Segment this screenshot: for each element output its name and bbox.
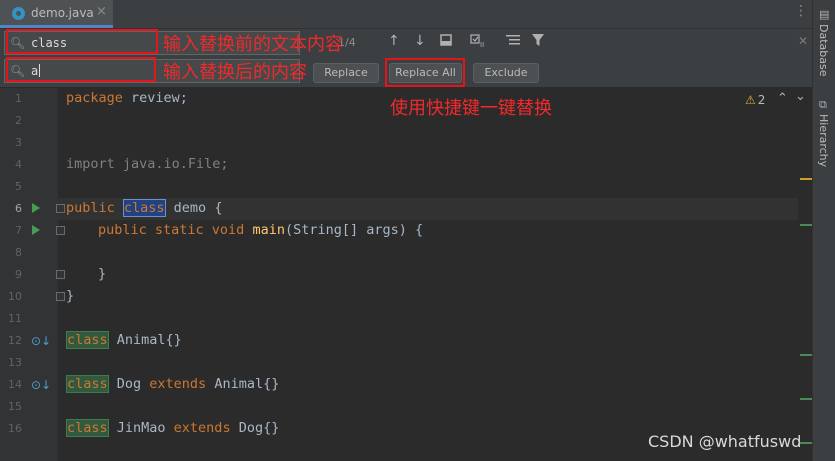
line-number: 8 (15, 246, 22, 259)
line-number: 1 (15, 92, 22, 105)
fold-icon[interactable] (56, 204, 65, 213)
line-number: 4 (15, 158, 22, 171)
code-line-1: package review; (66, 90, 188, 106)
code-token: Dog (108, 376, 150, 392)
code-token: (String[] args) { (284, 222, 424, 238)
code-token: review; (122, 90, 188, 106)
line-number: 2 (15, 114, 22, 127)
code-token: package (66, 90, 123, 106)
code-line-12: class Animal{} (66, 331, 182, 349)
annotation-replace-all-note: 使用快捷键一键替换 (390, 98, 552, 119)
fold-icon[interactable] (56, 270, 65, 279)
multiline-icon[interactable] (506, 34, 520, 50)
line-number: 3 (15, 136, 22, 149)
line-number: 7 (15, 224, 22, 237)
code-line-7: public static void main(String[] args) { (98, 222, 423, 238)
line-number: 14 (8, 378, 22, 391)
line-number: 10 (8, 290, 22, 303)
close-icon[interactable]: ✕ (798, 34, 808, 48)
code-line-4: import java.io.File; (66, 156, 229, 172)
in-selection-icon[interactable]: II (470, 34, 488, 52)
arrow-down-icon[interactable]: ↓ (414, 33, 426, 49)
code-line-16: class JinMao extends Dog{} (66, 419, 280, 437)
hierarchy-tool-tab[interactable]: Hierarchy (817, 114, 830, 167)
code-editor[interactable]: 1 2 3 4 5 6 7 8 9 10 11 12 13 14 15 16 ⊙… (0, 88, 814, 461)
code-token: extends (173, 420, 231, 436)
line-number: 5 (15, 180, 22, 193)
code-line-10: } (66, 288, 75, 304)
annotation-find-note: 输入替换前的文本内容 (163, 34, 343, 55)
tab-label: demo.java (31, 6, 94, 20)
run-icon[interactable] (32, 203, 40, 213)
line-number: 15 (8, 400, 22, 413)
hierarchy-icon[interactable]: ⧉ (819, 98, 827, 112)
line-number: 9 (15, 268, 22, 281)
editor-tab-bar: demo.java × ⋮ (0, 0, 812, 29)
match-highlight: class (66, 419, 109, 437)
line-number: 12 (8, 334, 22, 347)
warning-icon: ⚠ (745, 93, 756, 107)
code-token: Animal{} (108, 332, 182, 348)
implemented-icon[interactable]: ⊙↓ (31, 378, 51, 392)
implemented-icon[interactable]: ⊙↓ (31, 334, 51, 348)
current-match-highlight: class (122, 199, 166, 217)
exclude-button[interactable]: Exclude (473, 63, 539, 83)
fold-icon[interactable] (56, 226, 65, 235)
right-tool-strip: ▤ Database ⧉ Hierarchy (812, 0, 835, 461)
inspection-widget[interactable]: ⚠ 2 (745, 93, 765, 107)
select-all-occurrences-icon[interactable] (440, 34, 452, 50)
svg-text:II: II (480, 41, 484, 48)
code-token: public static void (98, 222, 253, 238)
tab-demo-java[interactable]: demo.java × (0, 0, 113, 28)
more-tabs-icon[interactable]: ⋮ (794, 3, 808, 19)
code-line-9: } (98, 266, 107, 282)
prev-highlight-icon[interactable]: ⌃ (777, 91, 788, 106)
run-icon[interactable] (32, 225, 40, 235)
line-number: 6 (15, 202, 22, 215)
arrow-up-icon[interactable]: ↑ (388, 33, 400, 49)
code-token: extends (149, 376, 207, 392)
filter-icon[interactable] (532, 34, 544, 50)
code-line-14: class Dog extends Animal{} (66, 375, 280, 393)
watermark: CSDN @whatfuswd (648, 432, 802, 451)
annotation-box-replace-all (385, 58, 465, 87)
match-highlight: class (66, 331, 109, 349)
match-highlight: class (66, 375, 109, 393)
fold-icon[interactable] (56, 292, 65, 301)
next-highlight-icon[interactable]: ⌄ (795, 89, 806, 104)
warning-count: 2 (757, 93, 766, 107)
code-token: main (252, 222, 285, 238)
annotation-box-find (6, 29, 158, 54)
close-tab-icon[interactable]: × (96, 4, 107, 19)
code-token: demo { (165, 200, 223, 216)
code-line-6: public class demo { (66, 199, 223, 217)
replace-button[interactable]: Replace (313, 63, 379, 83)
line-number: 13 (8, 356, 22, 369)
line-number: 11 (8, 312, 22, 325)
database-tool-tab[interactable]: Database (817, 24, 830, 77)
code-token: public (66, 200, 123, 216)
code-token: JinMao (108, 420, 174, 436)
annotation-box-replace (6, 57, 156, 82)
line-number: 16 (8, 422, 22, 435)
java-class-icon (12, 7, 25, 20)
database-icon[interactable]: ▤ (819, 8, 829, 21)
code-token: Dog{} (230, 420, 280, 436)
annotation-replace-note: 输入替换后的内容 (163, 62, 307, 83)
code-token: Animal{} (206, 376, 280, 392)
